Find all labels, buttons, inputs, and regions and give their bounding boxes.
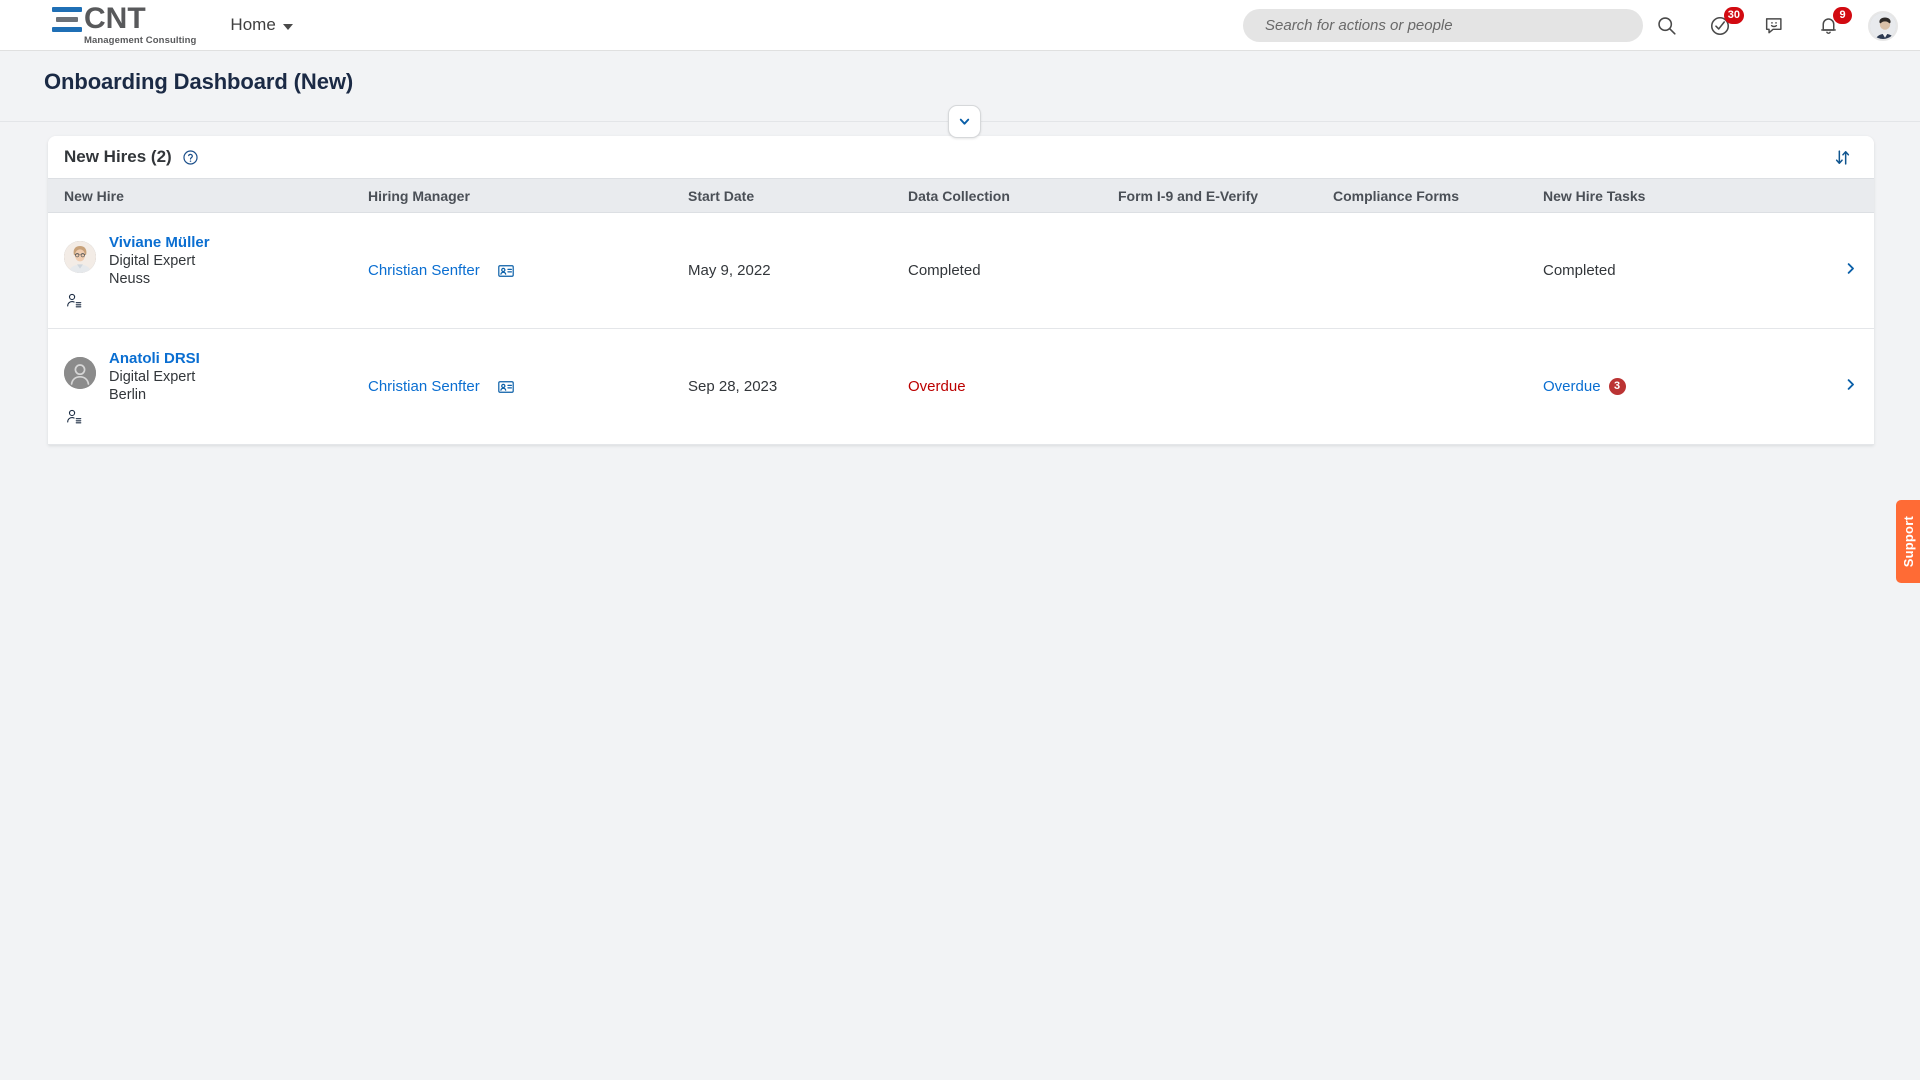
new-hire-tasks-cell: Completed: [1543, 262, 1818, 279]
app-logo[interactable]: CNT Management Consulting: [52, 4, 196, 46]
app-header: CNT Management Consulting Home 30: [0, 0, 1920, 51]
hiring-manager-cell: Christian Senfter: [368, 378, 678, 396]
new-hire-cell: Viviane Müller Digital Expert Neuss: [64, 213, 358, 287]
col-compliance-forms: Compliance Forms: [1333, 178, 1543, 213]
new-hire-job-title: Digital Expert: [109, 369, 196, 385]
collapse-toggle-button[interactable]: [948, 105, 981, 138]
hiring-manager-name[interactable]: Christian Senfter: [368, 262, 480, 279]
table-row[interactable]: Viviane Müller Digital Expert Neuss Chri…: [48, 213, 1874, 329]
chevron-down-icon: [282, 23, 293, 30]
compliance-forms-cell: [1333, 213, 1543, 329]
header-icon-group: 30 9: [1652, 0, 1898, 51]
avatar: [64, 241, 96, 273]
support-tab-label: Support: [1900, 515, 1916, 568]
person-details-icon[interactable]: [65, 408, 358, 430]
col-form-i9: Form I-9 and E-Verify: [1118, 178, 1333, 213]
form-i9-cell: [1118, 329, 1333, 445]
col-start-date: Start Date: [688, 178, 908, 213]
card-title: New Hires (2): [64, 147, 172, 166]
notifications-bell-icon[interactable]: 9: [1814, 6, 1852, 40]
new-hire-tasks-badge: 3: [1608, 378, 1626, 395]
new-hire-cell: Anatoli DRSI Digital Expert Berlin: [64, 329, 358, 403]
search-container: [1243, 9, 1643, 42]
nav-home[interactable]: Home: [230, 15, 293, 35]
section-toggle-bar: [0, 105, 1920, 138]
contact-card-icon[interactable]: [497, 378, 515, 396]
new-hires-table: New Hire Hiring Manager Start Date Data …: [48, 178, 1874, 445]
card-header: New Hires (2): [48, 136, 1874, 178]
start-date-cell: Sep 28, 2023: [688, 378, 778, 395]
hiring-manager-cell: Christian Senfter: [368, 262, 678, 280]
logo-bars-icon: [52, 7, 82, 33]
search-input[interactable]: [1243, 9, 1643, 42]
new-hire-location: Berlin: [109, 387, 147, 403]
new-hire-tasks-status: Completed: [1543, 262, 1616, 279]
notifications-badge: 9: [1833, 6, 1852, 24]
hiring-manager-name[interactable]: Christian Senfter: [368, 378, 480, 395]
data-collection-cell: Overdue: [908, 378, 966, 395]
avatar[interactable]: [1868, 10, 1898, 41]
new-hire-name[interactable]: Viviane Müller: [109, 234, 210, 251]
data-collection-cell: Completed: [908, 262, 981, 279]
sort-icon[interactable]: [1833, 148, 1852, 167]
new-hire-location: Neuss: [109, 271, 151, 287]
col-new-hire: New Hire: [48, 178, 368, 213]
col-new-hire-tasks: New Hire Tasks: [1543, 178, 1828, 213]
logo-tagline: Management Consulting: [84, 35, 197, 47]
help-icon[interactable]: [182, 149, 199, 166]
new-hire-tasks-cell: Overdue 3: [1543, 378, 1818, 395]
contact-card-icon[interactable]: [497, 262, 515, 280]
new-hire-job-title: Digital Expert: [109, 253, 196, 269]
form-i9-cell: [1118, 213, 1333, 329]
table-header-row: New Hire Hiring Manager Start Date Data …: [48, 178, 1874, 213]
row-navigate-button[interactable]: [1828, 329, 1874, 445]
page-title: Onboarding Dashboard (New): [44, 69, 354, 94]
col-data-collection: Data Collection: [908, 178, 1118, 213]
compliance-forms-cell: [1333, 329, 1543, 445]
table-row[interactable]: Anatoli DRSI Digital Expert Berlin Chris…: [48, 329, 1874, 445]
nav-home-label: Home: [230, 15, 276, 34]
start-date-cell: May 9, 2022: [688, 262, 771, 279]
logo-wordmark: CNT: [84, 2, 146, 36]
new-hire-tasks-status[interactable]: Overdue: [1543, 378, 1601, 395]
col-hiring-manager: Hiring Manager: [368, 178, 688, 213]
chat-smiley-icon[interactable]: [1760, 12, 1788, 40]
new-hires-card: New Hires (2) New Hire Hiring Manager St…: [48, 136, 1874, 445]
new-hire-name[interactable]: Anatoli DRSI: [109, 350, 200, 367]
row-navigate-button[interactable]: [1828, 213, 1874, 329]
tasks-check-icon[interactable]: 30: [1706, 6, 1744, 40]
avatar-placeholder: [64, 357, 96, 389]
person-details-icon[interactable]: [65, 292, 358, 314]
tasks-badge: 30: [1723, 6, 1744, 24]
search-icon[interactable]: [1652, 12, 1680, 40]
support-tab-button[interactable]: Support: [1896, 500, 1920, 583]
col-navigation: [1828, 178, 1874, 213]
